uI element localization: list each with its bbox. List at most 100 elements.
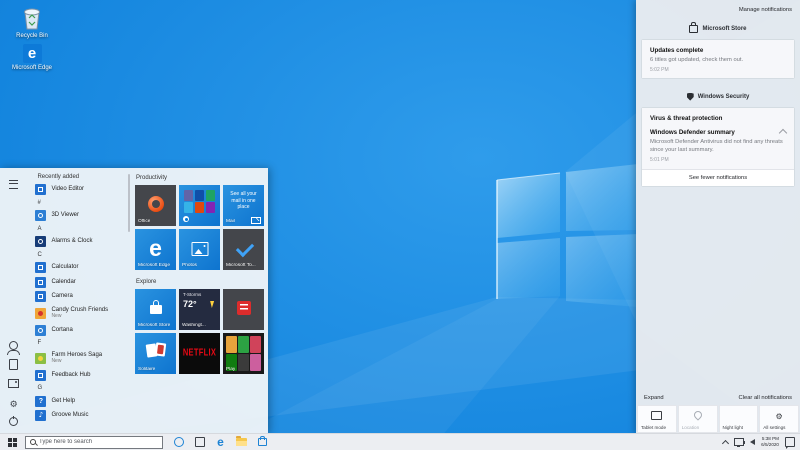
taskbar-icon-cortana[interactable] [173,436,184,448]
tile-edge[interactable]: Microsoft Edge [135,229,176,270]
hidden-icons-chevron-icon[interactable] [722,439,729,446]
app-list-item[interactable]: 3D Viewer [35,209,126,224]
notification-group-header[interactable]: Windows Security [636,86,800,107]
store-bag-icon [689,25,698,33]
settings-button[interactable] [0,393,27,412]
notification-group-title: Microsoft Store [702,26,746,32]
video-editor-icon [35,184,46,195]
notification-card[interactable]: Virus & threat protectionWindows Defende… [642,108,794,186]
manage-notifications-link[interactable]: Manage notifications [739,7,792,13]
app-list-item[interactable]: Feedback Hub [35,368,126,383]
tile-office[interactable]: Office [135,185,176,226]
mini-tile-icon [206,190,215,201]
cortana-icon [35,325,46,336]
todo-check-icon [236,239,254,257]
app-list-item[interactable]: Candy Crush FriendsNew [35,304,126,323]
app-list-section-header[interactable]: G [35,383,126,395]
notification-card[interactable]: Updates complete6 titles got updated, ch… [642,40,794,78]
user-account-icon [9,341,18,350]
clock-date: 6/5/2020 [761,442,779,448]
notification-title: Virus & threat protection [650,115,786,122]
tile-netflix[interactable]: NETFLIX [179,333,220,374]
tile-news[interactable] [223,289,264,330]
tile-weather[interactable]: T-Storms72°Washingt... [179,289,220,330]
tile-solitaire[interactable]: Solitaire [135,333,176,374]
start-expand-button[interactable] [0,175,27,194]
app-list-item-text: Groove Music [51,412,88,419]
viewer-3d-icon [35,210,46,221]
action-center-icon[interactable] [785,437,795,447]
app-list-section-header[interactable]: # [35,197,126,209]
tile-store[interactable]: Microsoft Store [135,289,176,330]
app-list-item-label: Get Help [51,398,75,405]
app-list-item-text: Calculator [51,264,78,271]
taskbar-search[interactable] [25,436,163,449]
recycle-bin-icon [21,5,43,31]
tile-mail[interactable]: See all your mail in one placeMail [223,185,264,226]
app-list-item[interactable]: Cortana [35,323,126,338]
taskbar-icon-store[interactable] [257,436,268,448]
clear-all-notifications-link[interactable]: Clear all notifications [739,395,793,401]
feedback-hub-icon [35,370,46,381]
collapse-chevron-icon[interactable] [779,129,787,137]
quick-action-tablet-mode[interactable]: Tablet mode [637,405,677,433]
quick-action-all-settings[interactable]: All settings [759,405,799,433]
account-button[interactable] [0,336,27,355]
search-input[interactable] [39,439,158,445]
app-list-section-header: Recently added [35,171,126,183]
app-list-item-text: Cortana [51,327,72,334]
taskbar-icon-file-explorer[interactable] [236,436,247,448]
app-list-item-label: Groove Music [51,412,88,419]
tile-label: Mail [226,219,235,224]
office-logo-icon [148,196,164,212]
taskbar-clock[interactable]: 5:38 PM 6/5/2020 [761,436,779,448]
app-list-item-label: Calculator [51,264,78,271]
tile-todo[interactable]: Microsoft To... [223,229,264,270]
quick-action-night-light[interactable]: Night light [719,405,759,433]
documents-button[interactable] [0,355,27,374]
action-center-header: Manage notifications [636,0,800,18]
app-list-section-header[interactable]: A [35,223,126,235]
taskbar-icon-edge[interactable] [215,436,226,448]
app-list-section-header[interactable]: F [35,338,126,350]
tile-office-apps[interactable] [179,185,220,226]
edge-logo-icon [149,237,162,261]
tile-group-title[interactable]: Productivity [136,175,264,181]
app-list-item[interactable]: Groove Music [35,409,126,424]
app-list-section-header[interactable]: C [35,249,126,261]
see-fewer-notifications-button[interactable]: See fewer notifications [642,169,794,186]
app-list-item-label: Feedback Hub [51,372,90,379]
app-list-item[interactable]: Calculator [35,261,126,276]
quick-action-label: Location [682,425,699,430]
power-button[interactable] [0,412,27,431]
pictures-icon [8,379,19,388]
app-list-item[interactable]: Camera [35,290,126,305]
location-icon [692,409,703,420]
app-list-item[interactable]: Alarms & Clock [35,235,126,250]
desktop-icon-microsoft-edge[interactable]: Microsoft Edge [2,44,62,72]
desktop-icon-recycle-bin[interactable]: Recycle Bin [2,5,62,40]
notification-time: 5:02 PM [650,67,786,73]
edge-icon [217,433,224,450]
app-list-item[interactable]: Calendar [35,275,126,290]
file-explorer-icon [236,438,247,446]
app-list-item[interactable]: Get Help [35,394,126,409]
action-center-spacer [636,194,800,392]
notification-sections: Microsoft Store Updates complete6 titles … [636,18,800,194]
app-list-item[interactable]: Farm Heroes SagaNew [35,349,126,368]
tile-photos[interactable]: Photos [179,229,220,270]
start-button[interactable] [0,434,25,450]
taskbar-icon-task-view[interactable] [194,436,205,448]
tile-play[interactable]: Play [223,333,264,374]
tile-group-title[interactable]: Explore [136,279,264,285]
app-list-scrollbar[interactable] [128,174,130,232]
pictures-button[interactable] [0,374,27,393]
expand-link[interactable]: Expand [644,395,664,401]
app-list-item-label: Alarms & Clock [51,238,92,245]
app-list-item[interactable]: Video Editor [35,183,126,198]
notification-group-header[interactable]: Microsoft Store [636,18,800,39]
app-list-item-text: Get Help [51,398,75,405]
volume-icon[interactable] [750,439,755,445]
mini-tile-icon [195,190,204,201]
quick-action-location: Location [678,405,718,433]
